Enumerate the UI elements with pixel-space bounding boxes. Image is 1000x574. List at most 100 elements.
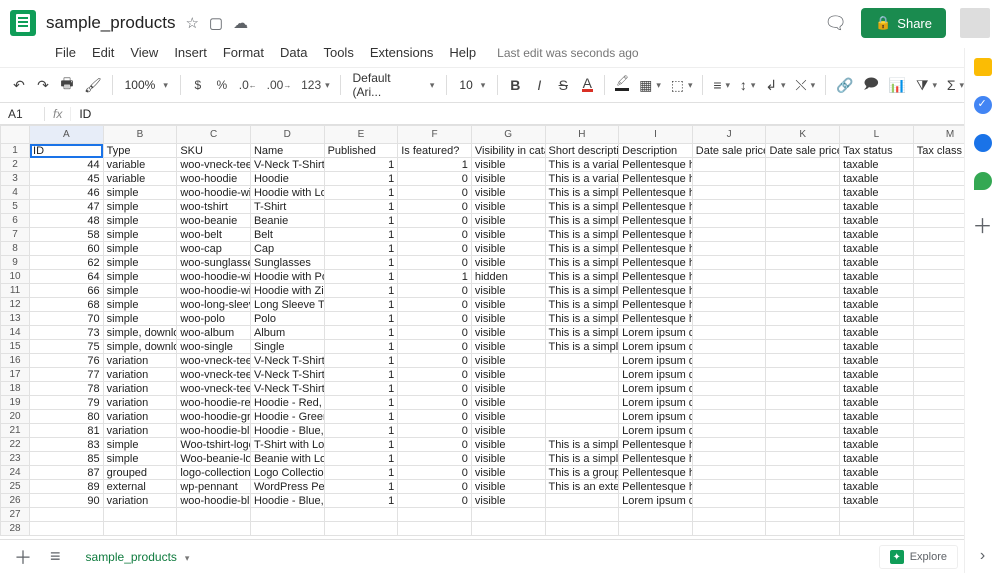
cell[interactable]: 0	[398, 424, 472, 438]
cell[interactable]	[766, 424, 840, 438]
cell[interactable]	[545, 382, 619, 396]
cell[interactable]: simple	[103, 200, 177, 214]
cell[interactable]: Pellentesque habitant morbi tristique se…	[619, 158, 693, 172]
cell[interactable]: woo-long-sleeve	[177, 298, 251, 312]
cell[interactable]: 0	[398, 354, 472, 368]
cell[interactable]: taxable	[840, 466, 914, 480]
cell[interactable]: taxable	[840, 200, 914, 214]
cell[interactable]: woo-belt	[177, 228, 251, 242]
row-header[interactable]: 5	[1, 200, 30, 214]
sheet-tab[interactable]: sample_products	[73, 543, 203, 570]
cell[interactable]: 1	[324, 186, 398, 200]
cell[interactable]: Long Sleeve Tee	[250, 298, 324, 312]
share-button[interactable]: 🔒 Share	[861, 8, 946, 38]
row-header[interactable]: 22	[1, 438, 30, 452]
cell[interactable]: woo-polo	[177, 312, 251, 326]
cell[interactable]: 0	[398, 284, 472, 298]
cell[interactable]: visible	[471, 256, 545, 270]
row-header[interactable]: 20	[1, 410, 30, 424]
hide-sidepanel-icon[interactable]: ›	[980, 547, 985, 565]
cell[interactable]: Pellentesque habitant morbi tristique se…	[619, 200, 693, 214]
cell[interactable]: Lorem ipsum dolor sit amet, consectetur …	[619, 424, 693, 438]
cell[interactable]: This is a simple	[545, 214, 619, 228]
cell[interactable]: Pellentesque habitant morbi tristique se…	[619, 242, 693, 256]
cell[interactable]: 81	[30, 424, 104, 438]
menu-extensions[interactable]: Extensions	[363, 42, 441, 63]
cell[interactable]: This is a simple	[545, 256, 619, 270]
row-header[interactable]: 15	[1, 340, 30, 354]
cell[interactable]: 68	[30, 298, 104, 312]
cell[interactable]	[766, 298, 840, 312]
cell[interactable]: 73	[30, 326, 104, 340]
cell[interactable]: V-Neck T-Shirt	[250, 158, 324, 172]
cell[interactable]: 0	[398, 410, 472, 424]
cell[interactable]: simple	[103, 186, 177, 200]
spreadsheet-grid[interactable]: ABCDEFGHIJKLM 1IDTypeSKUNamePublishedIs …	[0, 125, 1000, 536]
star-icon[interactable]: ☆	[185, 14, 198, 32]
bold-button[interactable]: B	[504, 73, 526, 97]
cell[interactable]: hidden	[471, 270, 545, 284]
cell[interactable]: This is a variable	[545, 158, 619, 172]
cell[interactable]: This is a groupe	[545, 466, 619, 480]
col-header-D[interactable]: D	[250, 126, 324, 144]
cell[interactable]: Is featured?	[398, 144, 472, 158]
cell[interactable]: Date sale price ends	[766, 144, 840, 158]
cell[interactable]: 89	[30, 480, 104, 494]
cell[interactable]: variation	[103, 382, 177, 396]
cell[interactable]	[766, 522, 840, 536]
cell[interactable]: 1	[324, 200, 398, 214]
cell[interactable]: Cap	[250, 242, 324, 256]
cell[interactable]: 1	[324, 270, 398, 284]
cell[interactable]: simple	[103, 256, 177, 270]
cell[interactable]: This is a simple,	[545, 340, 619, 354]
cell[interactable]	[766, 242, 840, 256]
cell[interactable]	[692, 312, 766, 326]
cell[interactable]	[619, 522, 693, 536]
cell[interactable]	[766, 270, 840, 284]
cell[interactable]	[692, 508, 766, 522]
cell[interactable]: Lorem ipsum dolor sit amet, consectetur …	[619, 410, 693, 424]
cell[interactable]: 83	[30, 438, 104, 452]
cell[interactable]: simple, downloadable	[103, 340, 177, 354]
cell[interactable]: 0	[398, 256, 472, 270]
cell[interactable]: visible	[471, 340, 545, 354]
cell[interactable]: simple	[103, 312, 177, 326]
cell[interactable]: logo-collection	[177, 466, 251, 480]
cell[interactable]: Description	[619, 144, 693, 158]
col-header-J[interactable]: J	[692, 126, 766, 144]
cell[interactable]: woo-tshirt	[177, 200, 251, 214]
cell[interactable]: variation	[103, 396, 177, 410]
cell[interactable]: Pellentesque habitant morbi tristique se…	[619, 312, 693, 326]
cell[interactable]: 0	[398, 298, 472, 312]
cell[interactable]: 87	[30, 466, 104, 480]
cell[interactable]	[766, 214, 840, 228]
cell[interactable]	[766, 480, 840, 494]
cell[interactable]	[692, 410, 766, 424]
cell[interactable]	[766, 452, 840, 466]
cell[interactable]: 0	[398, 340, 472, 354]
cell[interactable]: This is a simple	[545, 200, 619, 214]
cell[interactable]: simple	[103, 284, 177, 298]
row-header[interactable]: 2	[1, 158, 30, 172]
menu-data[interactable]: Data	[273, 42, 314, 63]
cell[interactable]	[692, 200, 766, 214]
cell[interactable]	[692, 298, 766, 312]
formula-input[interactable]: ID	[71, 107, 1000, 121]
cell[interactable]: 1	[324, 424, 398, 438]
cell[interactable]: taxable	[840, 312, 914, 326]
cell[interactable]: Pellentesque habitant morbi tristique se…	[619, 214, 693, 228]
row-header[interactable]: 18	[1, 382, 30, 396]
cell[interactable]: Date sale price starts	[692, 144, 766, 158]
cell[interactable]: 1	[324, 326, 398, 340]
cell[interactable]: visible	[471, 284, 545, 298]
cell[interactable]: taxable	[840, 298, 914, 312]
cell[interactable]: 76	[30, 354, 104, 368]
cell[interactable]	[766, 494, 840, 508]
row-header[interactable]: 24	[1, 466, 30, 480]
cell[interactable]: 0	[398, 382, 472, 396]
cell[interactable]: 1	[324, 172, 398, 186]
cell[interactable]: This is an extern	[545, 480, 619, 494]
undo-button[interactable]: ↶	[8, 73, 30, 98]
cell[interactable]: visible	[471, 298, 545, 312]
cell[interactable]: 1	[324, 410, 398, 424]
